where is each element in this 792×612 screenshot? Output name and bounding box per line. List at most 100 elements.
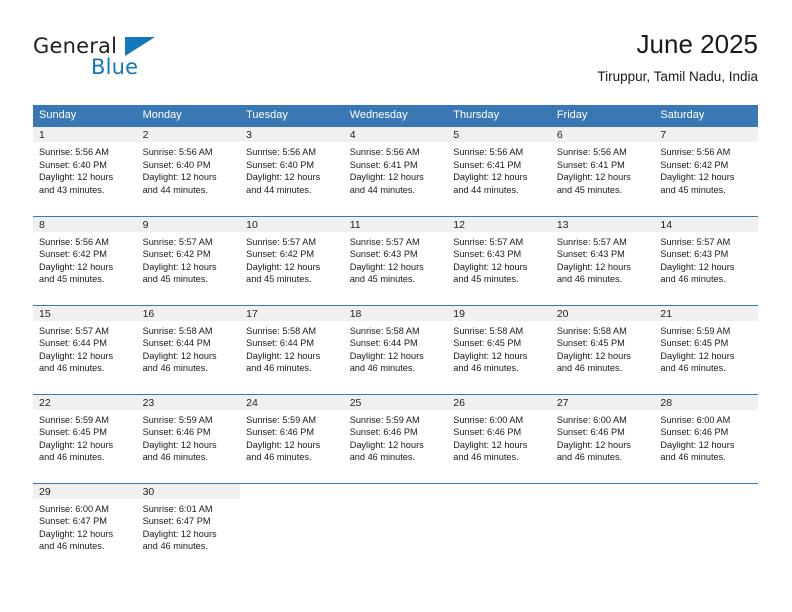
day-number: 10: [246, 218, 258, 231]
calendar-day-cell[interactable]: 24 Sunrise: 5:59 AM Sunset: 6:46 PM Dayligh…: [240, 393, 344, 483]
sunset-text: Sunset: 6:46 PM: [556, 427, 625, 438]
day-details: Sunrise: 5:58 AM Sunset: 6:45 PM Daylight:…: [447, 321, 551, 375]
calendar-day-cell[interactable]: 10 Sunrise: 5:57 AM Sunset: 6:42 PM Dayligh…: [240, 215, 344, 305]
calendar-day-cell[interactable]: 7 Sunrise: 5:56 AM Sunset: 6:42 PM Daylight…: [654, 127, 758, 216]
calendar-day-cell[interactable]: 19 Sunrise: 5:58 AM Sunset: 6:45 PM Dayligh…: [447, 304, 551, 394]
sunrise-text: Sunrise: 5:57 AM: [556, 236, 627, 247]
sunset-text: Sunset: 6:47 PM: [39, 516, 107, 527]
calendar-day-cell[interactable]: 9 Sunrise: 5:57 AM Sunset: 6:42 PM Daylight…: [136, 215, 241, 305]
calendar-day-cell[interactable]: 1 Sunrise: 5:56 AM Sunset: 6:40 PM Daylight…: [33, 127, 137, 216]
calendar-day-cell[interactable]: 23 Sunrise: 5:59 AM Sunset: 6:46 PM Dayligh…: [136, 393, 241, 483]
calendar-day-cell[interactable]: 26 Sunrise: 6:00 AM Sunset: 6:46 PM Dayligh…: [447, 393, 551, 483]
calendar-day-cell[interactable]: 25 Sunrise: 5:59 AM Sunset: 6:46 PM Dayligh…: [343, 393, 448, 483]
daylight-text-line1: Daylight: 12 hours: [142, 528, 217, 539]
calendar-day-cell[interactable]: 12 Sunrise: 5:57 AM Sunset: 6:43 PM Dayligh…: [447, 215, 551, 305]
day-details: Sunrise: 5:59 AM Sunset: 6:45 PM Daylight:…: [33, 410, 137, 464]
sunset-text: Sunset: 6:40 PM: [246, 159, 315, 170]
sunset-text: Sunset: 6:46 PM: [453, 427, 522, 438]
daylight-text-line1: Daylight: 12 hours: [453, 350, 528, 361]
daylight-text-line1: Daylight: 12 hours: [556, 439, 631, 450]
calendar-day-cell[interactable]: 13 Sunrise: 5:57 AM Sunset: 6:43 PM Dayligh…: [550, 215, 655, 305]
sunset-text: Sunset: 6:47 PM: [142, 516, 211, 527]
sunrise-text: Sunrise: 5:59 AM: [142, 414, 213, 425]
calendar-day-cell[interactable]: 27 Sunrise: 6:00 AM Sunset: 6:46 PM Dayligh…: [550, 393, 655, 483]
calendar-day-cell-empty: [654, 482, 758, 572]
calendar-day-cell[interactable]: 6 Sunrise: 5:56 AM Sunset: 6:41 PM Daylight…: [550, 127, 655, 216]
calendar-day-cell[interactable]: 5 Sunrise: 5:56 AM Sunset: 6:41 PM Daylight…: [447, 127, 551, 216]
day-number: 14: [660, 218, 673, 231]
calendar-day-cell[interactable]: 30 Sunrise: 6:01 AM Sunset: 6:47 PM Dayligh…: [136, 482, 241, 572]
sunset-text: Sunset: 6:42 PM: [660, 159, 729, 170]
calendar-day-cell[interactable]: 11 Sunrise: 5:57 AM Sunset: 6:43 PM Dayligh…: [343, 215, 448, 305]
daylight-text-line2: and 45 minutes.: [349, 274, 416, 285]
day-number-band: 7: [654, 127, 758, 142]
calendar-day-cell[interactable]: 14 Sunrise: 5:57 AM Sunset: 6:43 PM Dayligh…: [654, 215, 758, 305]
day-details: Sunrise: 5:58 AM Sunset: 6:44 PM Daylight:…: [137, 321, 241, 375]
sunset-text: Sunset: 6:42 PM: [39, 249, 107, 260]
sunrise-text: Sunrise: 5:56 AM: [142, 147, 213, 157]
calendar-day-cell[interactable]: 22 Sunrise: 5:59 AM Sunset: 6:45 PM Dayligh…: [33, 393, 137, 483]
sunrise-text: Sunrise: 5:59 AM: [246, 414, 317, 425]
sunset-text: Sunset: 6:42 PM: [142, 249, 211, 260]
day-number: [344, 484, 448, 499]
day-number-band: 26: [447, 394, 551, 410]
sunrise-text: Sunrise: 5:59 AM: [349, 414, 420, 425]
calendar-day-cell-empty: [343, 482, 448, 572]
day-details: Sunrise: 5:59 AM Sunset: 6:45 PM Daylight:…: [654, 321, 758, 375]
daylight-text-line1: Daylight: 12 hours: [660, 439, 735, 450]
day-number: 30: [142, 485, 155, 498]
day-number-band: 25: [343, 394, 448, 410]
general-blue-logo[interactable]: General Blue: [33, 34, 163, 82]
calendar-day-cell[interactable]: 16 Sunrise: 5:58 AM Sunset: 6:44 PM Dayligh…: [136, 304, 241, 394]
calendar-day-cell[interactable]: 2 Sunrise: 5:56 AM Sunset: 6:40 PM Daylight…: [136, 127, 241, 216]
daylight-text-line1: Daylight: 12 hours: [453, 261, 528, 272]
day-details: Sunrise: 5:56 AM Sunset: 6:42 PM Daylight:…: [654, 142, 758, 196]
day-number: 13: [556, 218, 569, 231]
day-details: Sunrise: 5:58 AM Sunset: 6:45 PM Daylight:…: [551, 321, 655, 375]
day-number-band: 17: [240, 305, 344, 321]
calendar-day-cell[interactable]: 17 Sunrise: 5:58 AM Sunset: 6:44 PM Dayligh…: [240, 304, 344, 394]
daylight-text-line1: Daylight: 12 hours: [39, 172, 114, 183]
daylight-text-line2: and 44 minutes.: [349, 184, 416, 195]
day-details: Sunrise: 5:57 AM Sunset: 6:44 PM Daylight:…: [33, 321, 137, 375]
day-number: 15: [39, 307, 51, 320]
daylight-text-line1: Daylight: 12 hours: [246, 350, 321, 361]
sunset-text: Sunset: 6:44 PM: [349, 338, 418, 349]
day-details: Sunrise: 5:56 AM Sunset: 6:41 PM Daylight:…: [344, 142, 448, 196]
calendar-day-cell[interactable]: 8 Sunrise: 5:56 AM Sunset: 6:42 PM Daylight…: [33, 215, 137, 305]
day-details: Sunrise: 5:57 AM Sunset: 6:42 PM Daylight:…: [240, 232, 344, 286]
daylight-text-line1: Daylight: 12 hours: [556, 261, 631, 272]
calendar-page: General Blue June 2025 Tiruppur, Tamil N…: [0, 0, 792, 612]
daylight-text-line1: Daylight: 12 hours: [453, 172, 528, 183]
calendar-day-cell[interactable]: 28 Sunrise: 6:00 AM Sunset: 6:46 PM Dayligh…: [654, 393, 758, 483]
daylight-text-line1: Daylight: 12 hours: [246, 439, 321, 450]
day-number: [447, 484, 551, 499]
sunrise-text: Sunrise: 6:00 AM: [453, 414, 524, 425]
calendar-day-cell[interactable]: 4 Sunrise: 5:56 AM Sunset: 6:41 PM Daylight…: [343, 127, 448, 216]
sunrise-text: Sunrise: 5:56 AM: [556, 147, 627, 157]
calendar-day-cell-empty: [240, 482, 344, 572]
daylight-text-line2: and 46 minutes.: [349, 363, 416, 374]
calendar-day-cell[interactable]: 3 Sunrise: 5:56 AM Sunset: 6:40 PM Daylight…: [240, 127, 344, 216]
day-number: 6: [556, 129, 563, 141]
sunset-text: Sunset: 6:46 PM: [246, 427, 315, 438]
calendar-day-cell[interactable]: 15 Sunrise: 5:57 AM Sunset: 6:44 PM Dayligh…: [33, 304, 137, 394]
sunrise-text: Sunrise: 5:57 AM: [660, 236, 731, 247]
daylight-text-line1: Daylight: 12 hours: [660, 350, 735, 361]
day-details: Sunrise: 5:56 AM Sunset: 6:40 PM Daylight:…: [137, 142, 241, 196]
daylight-text-line2: and 45 minutes.: [660, 184, 726, 195]
day-number: [551, 484, 655, 499]
calendar-day-cell-empty: [550, 482, 655, 572]
daylight-text-line1: Daylight: 12 hours: [660, 172, 735, 183]
sunset-text: Sunset: 6:44 PM: [39, 338, 107, 349]
day-number: 2: [142, 129, 149, 141]
daylight-text-line1: Daylight: 12 hours: [246, 261, 321, 272]
logo-text-blue: Blue: [91, 55, 139, 79]
calendar-day-cell[interactable]: 18 Sunrise: 5:58 AM Sunset: 6:44 PM Dayligh…: [343, 304, 448, 394]
sunrise-text: Sunrise: 5:58 AM: [556, 325, 627, 336]
day-number: 11: [349, 218, 361, 231]
sunrise-text: Sunrise: 6:00 AM: [556, 414, 627, 425]
calendar-day-cell[interactable]: 21 Sunrise: 5:59 AM Sunset: 6:45 PM Dayligh…: [654, 304, 758, 394]
calendar-day-cell[interactable]: 29 Sunrise: 6:00 AM Sunset: 6:47 PM Dayligh…: [33, 482, 137, 572]
calendar-day-cell[interactable]: 20 Sunrise: 5:58 AM Sunset: 6:45 PM Dayligh…: [550, 304, 655, 394]
